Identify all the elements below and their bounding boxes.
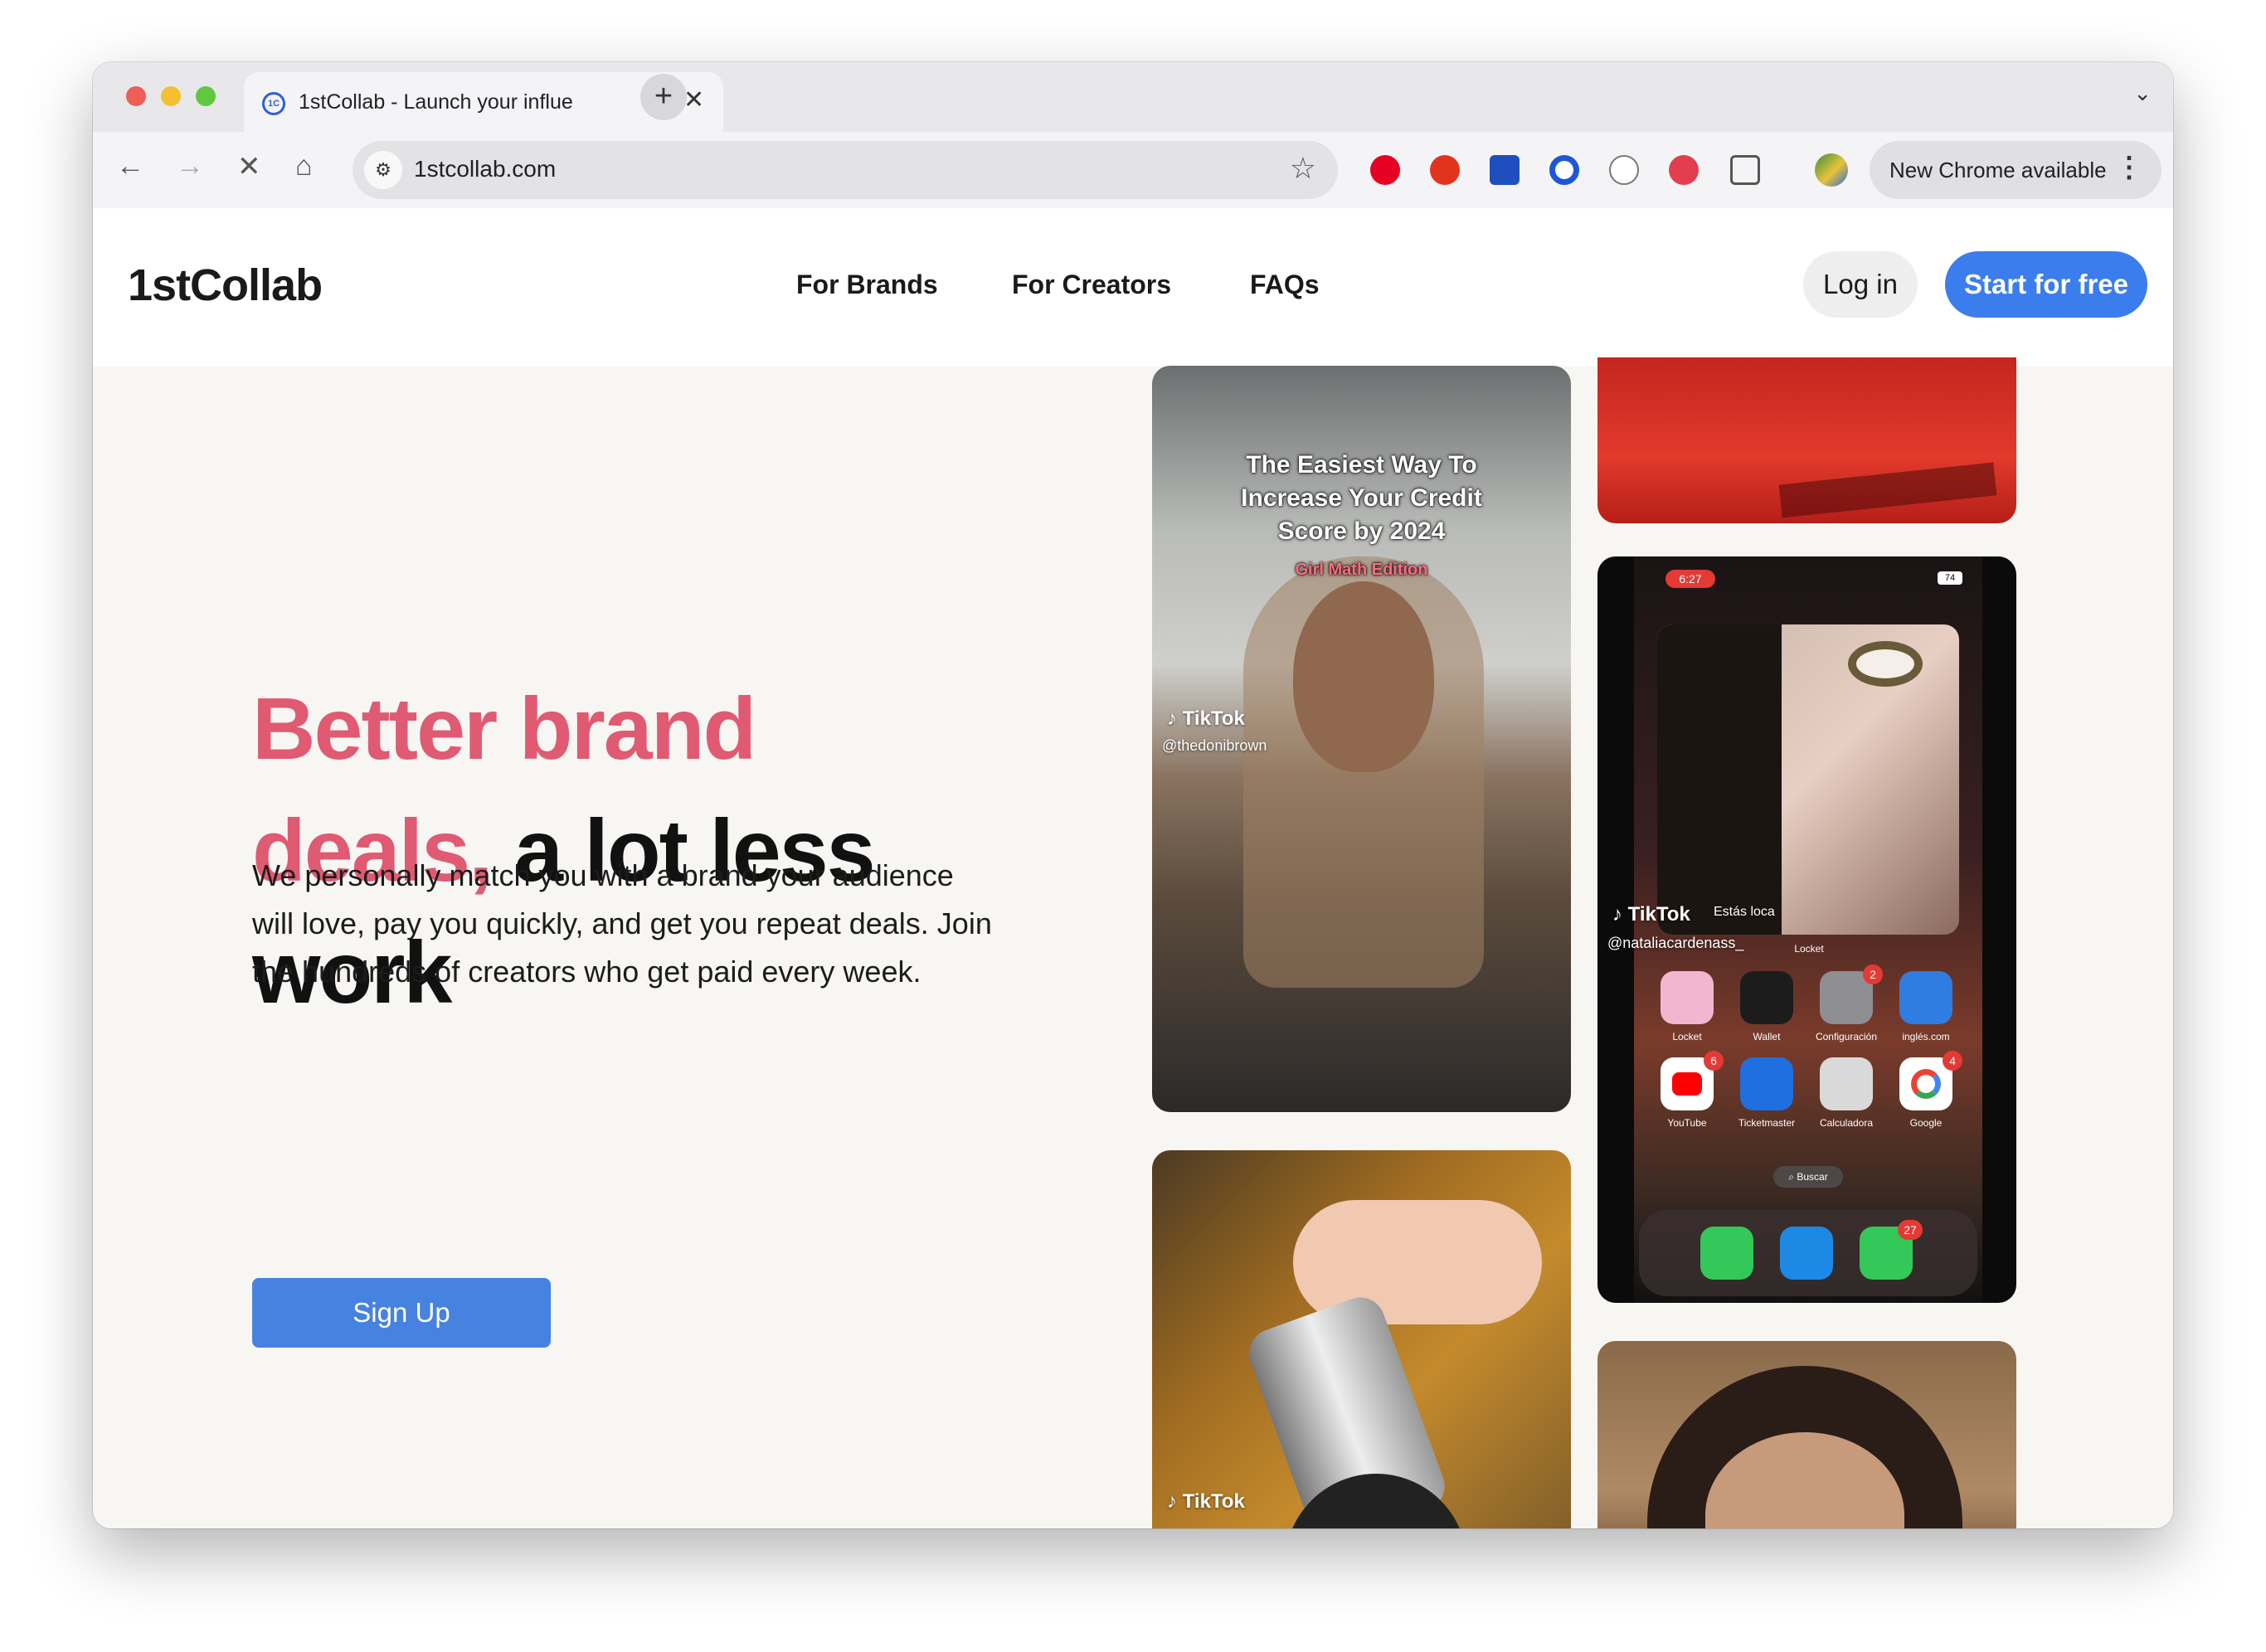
play-icon: [1672, 1072, 1702, 1096]
hero-headline-line1: Better brand: [252, 680, 756, 778]
tab-strip: 1C 1stCollab - Launch your influe ✕ + ⌄: [93, 62, 2173, 132]
nav-for-creators[interactable]: For Creators: [1012, 270, 1171, 300]
forward-arrow-icon[interactable]: →: [176, 150, 204, 182]
url-text[interactable]: 1stcollab.com: [414, 156, 556, 182]
extensions-puzzle-icon[interactable]: [1730, 155, 1760, 185]
site-logo[interactable]: 1stCollab: [128, 260, 323, 311]
target-extension-icon[interactable]: [1549, 155, 1579, 185]
app-label-youtube: YouTube: [1667, 1117, 1707, 1129]
pinterest-extension-icon[interactable]: [1370, 155, 1400, 185]
youtube-badge: 6: [1704, 1051, 1724, 1071]
profile-avatar[interactable]: [1815, 153, 1848, 187]
video-card-portrait[interactable]: [1597, 1341, 2016, 1528]
creator-handle: @nataliacardenass_: [1607, 935, 1744, 951]
hand-stop-extension-icon[interactable]: [1430, 155, 1460, 185]
nav-for-brands[interactable]: For Brands: [796, 270, 938, 300]
close-window-button[interactable]: [126, 86, 146, 106]
tiktok-logo: ♪ TikTok: [1167, 1490, 1245, 1513]
widget-label: Locket: [1794, 943, 1824, 955]
google-g-icon: [1911, 1069, 1941, 1099]
video-subcaption: Girl Math Edition: [1295, 561, 1428, 579]
settings-badge: 2: [1863, 964, 1883, 984]
home-icon[interactable]: ⌂: [295, 150, 313, 182]
app-label-wallet: Wallet: [1753, 1031, 1781, 1042]
red-stripes-extension-icon[interactable]: [1669, 155, 1699, 185]
app-label-locket: Locket: [1672, 1031, 1702, 1042]
battery-indicator: 74: [1938, 571, 1962, 585]
video-card-phone-screen[interactable]: 6:27 74 ♪ TikTok Estás loca @nataliacard…: [1597, 556, 2016, 1303]
video-card-red-shirt[interactable]: [1597, 357, 2016, 523]
login-button[interactable]: Log in: [1803, 251, 1918, 318]
address-bar[interactable]: ⚙ 1stcollab.com ☆: [353, 141, 1338, 199]
rm-extension-icon[interactable]: [1609, 155, 1639, 185]
locket-app-icon: [1661, 971, 1714, 1024]
wallet-app-icon: [1740, 971, 1793, 1024]
creator-hair-shape: [1243, 556, 1484, 988]
tab-search-chevron-icon[interactable]: ⌄: [2133, 80, 2152, 106]
selfie-hair-shape: [1657, 624, 1782, 935]
calculator-app-icon: [1820, 1057, 1873, 1110]
stop-loading-icon[interactable]: ✕: [237, 150, 261, 183]
app-label-settings: Configuración: [1815, 1031, 1878, 1042]
site-settings-icon[interactable]: ⚙: [364, 151, 402, 189]
song-label: Estás loca: [1714, 905, 1775, 919]
nav-faqs[interactable]: FAQs: [1250, 270, 1320, 300]
more-menu-icon: ⋮: [2115, 152, 2143, 183]
shirt-print-shape: [1778, 462, 1997, 518]
hero-description: We personally match you with a brand you…: [252, 858, 992, 989]
minimize-window-button[interactable]: [161, 86, 181, 106]
phone-app-icon: [1700, 1227, 1753, 1280]
ticketmaster-app-icon: [1740, 1057, 1793, 1110]
tab-title: 1stCollab - Launch your influe: [299, 90, 573, 114]
messages-badge: 27: [1898, 1220, 1923, 1240]
update-label: New Chrome available: [1889, 158, 2107, 182]
app-label-google: Google: [1909, 1117, 1943, 1129]
new-tab-button[interactable]: +: [640, 74, 687, 120]
safari-app-icon: [1780, 1227, 1833, 1280]
y-extension-icon[interactable]: [1490, 155, 1520, 185]
bookmark-star-icon[interactable]: ☆: [1290, 151, 1316, 186]
app-label-calculator: Calculadora: [1819, 1117, 1874, 1129]
video-card-coffee[interactable]: ♪ TikTok: [1152, 1150, 1571, 1528]
browser-toolbar: ← → ✕ ⌂ ⚙ 1stcollab.com ☆ New Chrome ava…: [93, 132, 2173, 209]
browser-window: 1C 1stCollab - Launch your influe ✕ + ⌄ …: [93, 62, 2173, 1528]
start-for-free-button[interactable]: Start for free: [1945, 251, 2147, 318]
tiktok-logo: ♪ TikTok: [1167, 707, 1245, 730]
tiktok-logo: ♪ TikTok: [1612, 903, 1690, 926]
video-caption: The Easiest Way To Increase Your Credit …: [1241, 451, 1482, 545]
web-page: 1stCollab For Brands For Creators FAQs L…: [93, 208, 2173, 1528]
search-pill: ⌕ Buscar: [1773, 1166, 1843, 1188]
site-header: 1stCollab For Brands For Creators FAQs L…: [93, 208, 2173, 367]
selfie-eye-shape: [1848, 641, 1923, 687]
back-arrow-icon[interactable]: ←: [116, 150, 144, 182]
site-favicon-icon: 1C: [262, 92, 285, 115]
app-label-ingles: inglés.com: [1902, 1031, 1950, 1042]
sign-up-button[interactable]: Sign Up: [252, 1278, 551, 1348]
zoom-window-button[interactable]: [196, 86, 216, 106]
status-time: 6:27: [1665, 570, 1715, 588]
app-label-ticketmaster: Ticketmaster: [1738, 1117, 1796, 1129]
creator-handle: @thedonibrown: [1162, 737, 1267, 754]
video-card-credit-score[interactable]: The Easiest Way To Increase Your Credit …: [1152, 366, 1571, 1112]
locket-widget: [1657, 624, 1959, 935]
google-badge: 4: [1943, 1051, 1962, 1071]
ingles-app-icon: [1899, 971, 1952, 1024]
chrome-update-button[interactable]: New Chrome available ⋮: [1870, 141, 2161, 199]
